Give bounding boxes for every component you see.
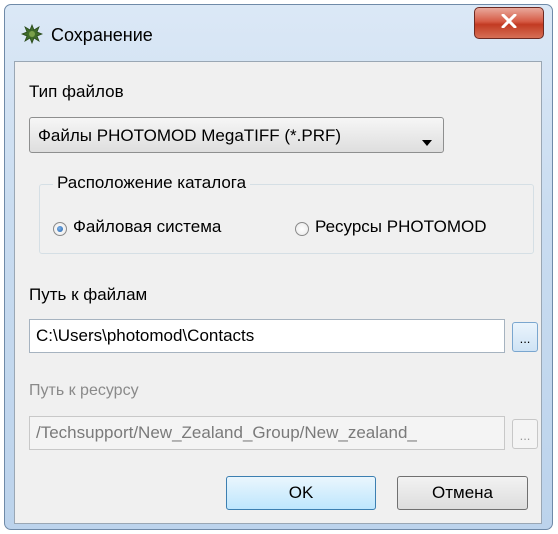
ok-button[interactable]: OK [226,476,376,510]
chevron-down-icon [421,132,433,152]
catalog-location-legend: Расположение каталога [53,173,251,193]
close-icon [501,13,517,33]
radio-file-system-label[interactable]: Файловая система [73,217,221,237]
resource-path-browse-button: ... [512,419,538,449]
window-title: Сохранение [51,25,153,45]
resource-path-label: Путь к ресурсу [29,382,139,399]
resource-path-input: /Techsupport/New_Zealand_Group/New_zeala… [29,416,505,450]
dialog-content: Тип файлов Файлы PHOTOMOD MegaTIFF (*.PR… [14,61,542,524]
radio-photomod-resources-label[interactable]: Ресурсы PHOTOMOD [315,217,487,237]
file-type-select[interactable]: Файлы PHOTOMOD MegaTIFF (*.PRF) [29,117,444,153]
file-type-selected: Файлы PHOTOMOD MegaTIFF (*.PRF) [38,126,342,145]
file-type-label: Тип файлов [29,82,124,101]
cancel-button[interactable]: Отмена [397,476,528,510]
app-icon [20,23,44,45]
file-path-browse-button[interactable]: ... [512,322,538,352]
title-bar[interactable]: Сохранение [5,5,552,61]
save-dialog: Сохранение Тип файлов Файлы PHOTOMOD Meg… [4,4,553,530]
radio-photomod-resources[interactable] [295,222,309,236]
close-button[interactable] [474,7,544,39]
file-path-input[interactable]: C:\Users\photomod\Contacts [29,319,505,353]
radio-file-system[interactable] [53,222,67,236]
file-path-label: Путь к файлам [29,285,148,304]
